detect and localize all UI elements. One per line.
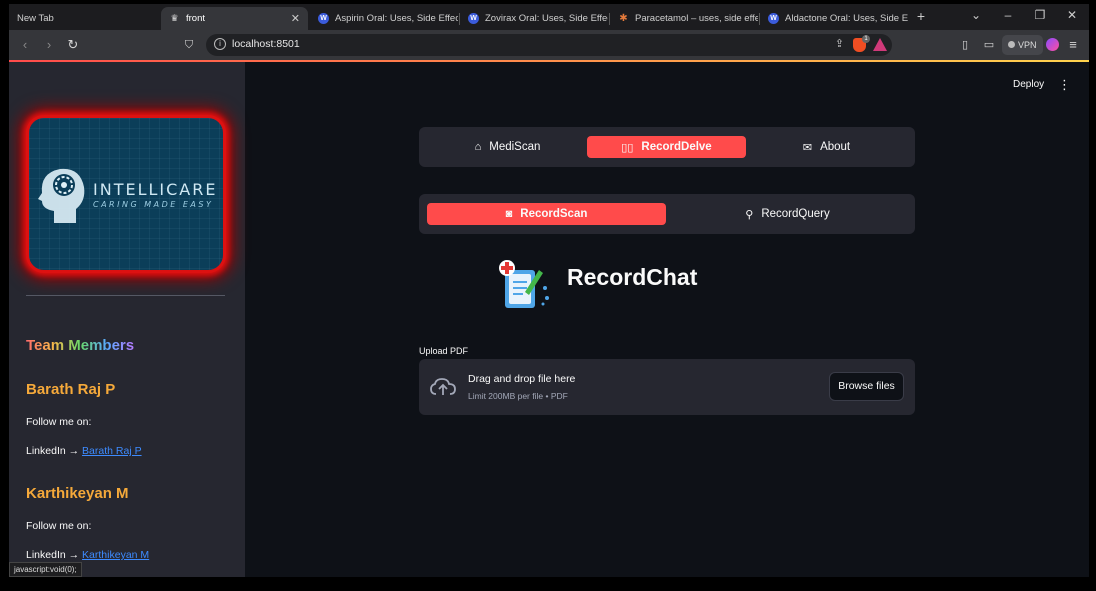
tab-title: Paracetamol – uses, side effects xyxy=(635,13,758,24)
tab-front[interactable]: ♛ front ✕ xyxy=(161,7,308,30)
share-icon[interactable]: ⇪ xyxy=(835,37,844,50)
brave-shields-icon[interactable]: 1 xyxy=(853,35,870,52)
profile-avatar[interactable] xyxy=(1046,38,1059,51)
sub-option-menu: ◙ RecordScan ⚲ RecordQuery xyxy=(419,194,915,234)
medical-record-icon xyxy=(499,260,549,308)
file-dropzone[interactable]: Drag and drop file here Limit 200MB per … xyxy=(419,359,915,415)
webmd-icon: W xyxy=(768,13,779,24)
tab-label: RecordQuery xyxy=(761,208,830,220)
tab-label: RecordScan xyxy=(520,208,588,220)
logo-tagline: CARING MADE EASY xyxy=(93,200,214,209)
envelope-icon: ✉ xyxy=(802,141,813,154)
shields-badge: 1 xyxy=(862,35,870,43)
tab-paracetamol[interactable]: ✱ Paracetamol – uses, side effects xyxy=(610,7,758,30)
tab-aspirin[interactable]: W Aspirin Oral: Uses, Side Effects, I xyxy=(310,7,458,30)
wallet-icon[interactable]: ▭ xyxy=(981,37,997,53)
bookmark-icon[interactable]: ⛉ xyxy=(181,37,197,53)
forward-icon[interactable]: › xyxy=(41,37,57,53)
member-name: Karthikeyan M xyxy=(26,485,129,502)
webmd-icon: W xyxy=(468,13,479,24)
vpn-button[interactable]: VPN xyxy=(1002,35,1043,55)
site-info-icon[interactable]: i xyxy=(214,38,226,50)
main-menu-icon[interactable]: ⋮ xyxy=(1058,77,1071,93)
brave-rewards-icon[interactable] xyxy=(873,38,887,51)
back-icon[interactable]: ‹ xyxy=(17,37,33,53)
status-bar-url: javascript:void(0); xyxy=(9,562,82,577)
dropzone-limit: Limit 200MB per file • PDF xyxy=(468,391,568,401)
nav-item-label: MediScan xyxy=(489,141,541,153)
linkedin-link[interactable]: Karthikeyan M xyxy=(82,549,149,561)
linkedin-row: LinkedIn → Karthikeyan M xyxy=(26,549,149,561)
tab-title: front xyxy=(186,13,206,24)
tab-recordscan[interactable]: ◙ RecordScan xyxy=(427,203,666,225)
hamburger-menu-icon[interactable]: ≡ xyxy=(1065,37,1081,53)
intellicare-logo: INTELLICARE CARING MADE EASY xyxy=(26,115,226,273)
search-icon: ⚲ xyxy=(745,208,754,221)
vpn-status-icon xyxy=(1008,41,1015,48)
nav-item-about[interactable]: ✉ About xyxy=(748,136,905,158)
nav-item-label: RecordDelve xyxy=(641,141,712,153)
streamlit-crown-icon: ♛ xyxy=(170,13,179,23)
tab-title: Zovirax Oral: Uses, Side Effects, I xyxy=(485,13,608,24)
follow-text: Follow me on: xyxy=(26,416,92,428)
page-title: RecordChat xyxy=(567,264,698,290)
tab-recordquery[interactable]: ⚲ RecordQuery xyxy=(668,203,907,225)
browser-toolbar: ‹ › ↻ ⛉ i localhost:8501 ⇪ 1 ▯ ▭ VPN ≡ xyxy=(9,30,1089,60)
tab-strip: New Tab ♛ front ✕ W Aspirin Oral: Uses, … xyxy=(9,4,1089,30)
close-tab-icon[interactable]: ✕ xyxy=(291,12,300,25)
sidebar: INTELLICARE CARING MADE EASY Team Member… xyxy=(9,62,245,577)
tab-title: Aldactone Oral: Uses, Side Effec xyxy=(785,13,908,24)
url-text[interactable]: localhost:8501 xyxy=(232,38,300,50)
follow-text: Follow me on: xyxy=(26,520,92,532)
linkedin-prefix: LinkedIn → xyxy=(26,549,83,561)
nav-item-recorddelve[interactable]: ▯▯ RecordDelve xyxy=(587,136,746,158)
linkedin-prefix: LinkedIn → xyxy=(26,445,83,457)
home-icon: ⌂ xyxy=(474,141,482,153)
linkedin-link[interactable]: Barath Raj P xyxy=(82,445,142,457)
nav-item-mediscan[interactable]: ⌂ MediScan xyxy=(429,136,586,158)
tab-aldactone[interactable]: W Aldactone Oral: Uses, Side Effec xyxy=(760,7,908,30)
main-option-menu: ⌂ MediScan ▯▯ RecordDelve ✉ About xyxy=(419,127,915,167)
team-members-heading: Team Members xyxy=(26,337,135,354)
upload-label: Upload PDF xyxy=(419,346,469,356)
vpn-label: VPN xyxy=(1018,40,1037,50)
streamlit-app: INTELLICARE CARING MADE EASY Team Member… xyxy=(9,62,1089,577)
close-window-icon[interactable]: ✕ xyxy=(1063,8,1081,22)
dropzone-instructions: Drag and drop file here xyxy=(468,373,576,385)
browser-window: New Tab ♛ front ✕ W Aspirin Oral: Uses, … xyxy=(9,4,1089,577)
brain-head-icon xyxy=(38,168,85,223)
book-icon: ▯▯ xyxy=(621,141,634,154)
tab-title: Aspirin Oral: Uses, Side Effects, I xyxy=(335,13,458,24)
member-name: Barath Raj P xyxy=(26,381,116,398)
linkedin-row: LinkedIn → Barath Raj P xyxy=(26,445,142,457)
cloud-upload-icon xyxy=(430,378,456,395)
restore-icon[interactable]: ❐ xyxy=(1031,8,1049,22)
deploy-button[interactable]: Deploy xyxy=(1013,79,1044,90)
sidebar-toggle-icon[interactable]: ▯ xyxy=(957,37,973,53)
address-bar[interactable]: i localhost:8501 ⇪ 1 xyxy=(206,34,892,56)
minimize-icon[interactable]: – xyxy=(999,8,1017,22)
tab-zovirax[interactable]: W Zovirax Oral: Uses, Side Effects, I xyxy=(460,7,608,30)
pill-icon: ✱ xyxy=(619,13,628,24)
camera-icon: ◙ xyxy=(505,208,513,220)
nav-item-label: About xyxy=(820,141,851,153)
webmd-icon: W xyxy=(318,13,329,24)
tab-search-chevron-icon[interactable]: ⌄ xyxy=(967,8,985,22)
sidebar-divider xyxy=(26,295,225,296)
tab-title: New Tab xyxy=(17,13,54,24)
new-tab-button[interactable]: + xyxy=(912,8,930,24)
logo-title: INTELLICARE xyxy=(93,180,218,199)
screen: New Tab ♛ front ✕ W Aspirin Oral: Uses, … xyxy=(0,0,1096,591)
tab-new-tab[interactable]: New Tab xyxy=(9,7,159,30)
reload-icon[interactable]: ↻ xyxy=(65,37,81,53)
browse-files-button[interactable]: Browse files xyxy=(829,372,904,401)
